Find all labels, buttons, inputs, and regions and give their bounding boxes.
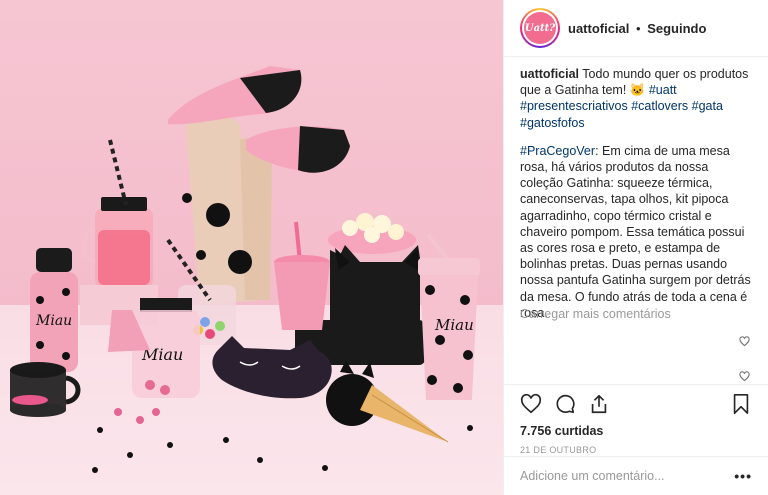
svg-text:Miau: Miau xyxy=(434,316,474,334)
confetti-dots xyxy=(92,425,473,473)
hashtag-gatosfofos[interactable]: #gatosfofos xyxy=(520,116,585,130)
crystal-tumbler: Miau xyxy=(418,233,480,400)
hashtag-uatt[interactable]: #uatt xyxy=(649,83,677,97)
like-small-icon[interactable] xyxy=(739,371,750,382)
comment-input[interactable] xyxy=(520,469,735,483)
post-sidebar: Uatt? uattoficial • Seguindo uattoficial… xyxy=(503,0,768,495)
action-icons-row xyxy=(520,389,752,419)
heart-icon[interactable] xyxy=(520,393,542,415)
caption-username[interactable]: uattoficial xyxy=(520,67,579,81)
pink-drink-jar xyxy=(81,139,153,288)
following-button[interactable]: Seguindo xyxy=(647,21,706,36)
likes-count[interactable]: 7.756 curtidas xyxy=(520,424,752,438)
hashtag-catlovers[interactable]: #catlovers xyxy=(631,99,688,113)
miau-text: Miau xyxy=(35,313,72,329)
header-user-info: uattoficial • Seguindo xyxy=(568,21,706,36)
like-small-icon[interactable] xyxy=(739,336,750,347)
glass-mug: Miau xyxy=(108,298,200,398)
comments-area: uattoficial Todo mundo quer os produtos … xyxy=(520,66,752,318)
separator-dot: • xyxy=(636,20,641,36)
hashtag-gata[interactable]: #gata xyxy=(692,99,723,113)
photo-illustration: Miau Miau Miau xyxy=(10,66,480,473)
description-text: : Em cima de uma mesa rosa, há vários pr… xyxy=(520,143,751,318)
image-description: #PraCegoVer: Em cima de uma mesa rosa, h… xyxy=(520,143,752,318)
share-icon[interactable] xyxy=(588,393,610,415)
post-header: Uatt? uattoficial • Seguindo xyxy=(504,0,768,57)
bookmark-icon[interactable] xyxy=(730,393,752,415)
cat-eye-mask xyxy=(212,336,332,399)
avatar-logo: Uatt? xyxy=(524,12,556,44)
pink-tumbler xyxy=(274,221,330,330)
more-options-icon[interactable]: ••• xyxy=(734,468,752,484)
post-date: 21 DE OUTUBRO xyxy=(520,445,597,455)
comment-icon[interactable] xyxy=(554,393,576,415)
load-more-comments[interactable]: Carregar mais comentários xyxy=(520,307,671,321)
avatar[interactable]: Uatt? xyxy=(520,8,560,48)
caption: uattoficial Todo mundo quer os produtos … xyxy=(520,66,752,131)
hashtag-pracegover[interactable]: #PraCegoVer xyxy=(520,144,595,158)
post-photo[interactable]: Miau Miau Miau xyxy=(0,0,503,495)
username-link[interactable]: uattoficial xyxy=(568,21,629,36)
pink-candies xyxy=(114,408,160,424)
thermal-bottle: Miau xyxy=(30,248,78,372)
instagram-post: Miau Miau Miau Uatt? uattoficial • Segui… xyxy=(0,0,768,495)
post-actions: 7.756 curtidas 21 DE OUTUBRO xyxy=(504,384,768,455)
hashtag-presentescriativos[interactable]: #presentescriativos xyxy=(520,99,628,113)
comment-form: ••• xyxy=(504,456,768,495)
